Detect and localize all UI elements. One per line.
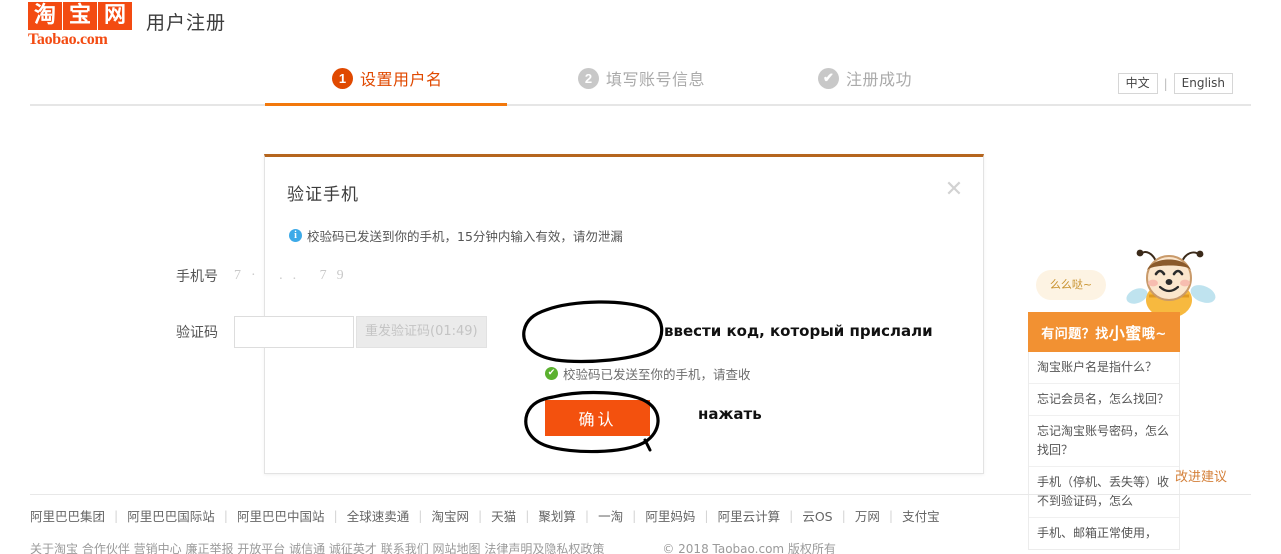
footer-link[interactable]: 阿里云计算 <box>718 506 781 525</box>
logo-char-2: 宝 <box>63 2 97 30</box>
step-2-badge: 2 <box>578 67 599 89</box>
footer-link[interactable]: 阿里巴巴国际站 <box>127 506 215 525</box>
taobao-logo[interactable]: 淘 宝 网 Taobao.com <box>28 2 140 50</box>
footer-link-separator: | <box>333 508 338 523</box>
footer-link[interactable]: 云OS <box>802 506 832 525</box>
page-title: 用户注册 <box>146 12 227 34</box>
info-icon: i <box>289 229 302 242</box>
step-3-badge-check-icon: ✔ <box>818 67 839 89</box>
footer-link-separator: | <box>418 508 423 523</box>
footer-link-separator: | <box>789 508 794 523</box>
footer-link[interactable]: 阿里巴巴中国站 <box>237 506 325 525</box>
step-item-account-info[interactable]: 2 填写账号信息 <box>578 66 705 90</box>
footer-link-separator: | <box>477 508 483 523</box>
dialog-info-message: i 校验码已发送到你的手机，15分钟内输入有效，请勿泄漏 <box>289 226 623 245</box>
footer-link-separator: | <box>223 508 228 523</box>
steps-baseline <box>30 104 1251 106</box>
language-chinese-button[interactable]: 中文 <box>1117 73 1158 94</box>
logo-char-3: 网 <box>98 2 132 30</box>
phone-number-value: 7· .. 79 <box>234 268 354 283</box>
language-separator: | <box>1163 76 1168 91</box>
verification-code-row: 验证码 重发验证码(01:49) <box>160 316 487 348</box>
footer-copyright-right: © 2018 Taobao.com 版权所有 <box>662 542 836 554</box>
info-message-text: 校验码已发送到你的手机，15分钟内输入有效，请勿泄漏 <box>307 229 623 244</box>
annotation-text-enter-code: ввести код, который прислали <box>664 322 933 340</box>
dialog-title: 验证手机 <box>287 185 359 205</box>
footer-links: 阿里巴巴集团 | 阿里巴巴国际站 | 阿里巴巴中国站 | 全球速卖通 | 淘宝网 | 天猫… <box>30 506 1030 525</box>
footer-link-separator: | <box>584 508 590 523</box>
annotation-text-press: нажать <box>698 405 762 423</box>
verification-code-label: 验证码 <box>176 325 218 341</box>
phone-number-label: 手机号 <box>176 269 218 285</box>
footer-link-separator: | <box>632 508 637 523</box>
check-circle-icon: ✔ <box>545 367 558 380</box>
feedback-link[interactable]: 改进建议 <box>1175 466 1227 485</box>
code-sent-text: 校验码已发送至你的手机，请查收 <box>563 367 751 382</box>
footer-link-separator: | <box>525 508 530 523</box>
footer-link[interactable]: 淘宝网 <box>431 506 469 525</box>
help-list-item[interactable]: 忘记会员名，怎么找回？ <box>1029 384 1179 416</box>
logo-char-1: 淘 <box>28 2 62 30</box>
footer-copyright-left: 关于淘宝 合作伙伴 营销中心 廉正举报 开放平台 诚信通 诚征英才 联系我们 网… <box>30 542 605 554</box>
step-1-badge: 1 <box>332 67 353 89</box>
help-banner-highlight: 小蜜 <box>1108 324 1142 343</box>
logo-chinese-characters: 淘 宝 网 <box>28 2 140 30</box>
footer-link[interactable]: 阿里巴巴集团 <box>30 506 105 525</box>
footer-link[interactable]: 全球速卖通 <box>347 506 410 525</box>
code-sent-confirmation: ✔ 校验码已发送至你的手机，请查收 <box>545 364 751 383</box>
help-banner[interactable]: 有问题？找 小蜜 哦~ <box>1028 312 1180 352</box>
language-toggle: 中文 | English <box>1117 73 1233 94</box>
help-banner-prefix: 有问题？找 <box>1041 326 1109 342</box>
footer-link-separator: | <box>841 508 846 523</box>
registration-steps: 1 设置用户名 2 填写账号信息 ✔ 注册成功 <box>0 60 1281 106</box>
phone-number-row: 手机号 7· .. 79 <box>160 266 354 286</box>
step-active-indicator <box>265 103 507 106</box>
footer-link-separator: | <box>888 508 894 523</box>
resend-code-button: 重发验证码(01:49) <box>356 316 487 348</box>
close-icon[interactable]: ✕ <box>943 178 965 201</box>
footer-link[interactable]: 一淘 <box>598 506 623 525</box>
help-list-item[interactable]: 忘记淘宝账号密码，怎么找回？ <box>1029 416 1179 467</box>
logo-english-text: Taobao.com <box>28 31 108 48</box>
footer-link[interactable]: 聚划算 <box>538 506 576 525</box>
footer-copyright: 关于淘宝 合作伙伴 营销中心 廉正举报 开放平台 诚信通 诚征英才 联系我们 网… <box>30 540 1251 554</box>
page-root: 淘 宝 网 Taobao.com 用户注册 1 设置用户名 2 填写账号信息 ✔… <box>0 0 1281 554</box>
step-3-label: 注册成功 <box>846 70 913 89</box>
footer-divider <box>30 494 1251 495</box>
confirm-button[interactable]: 确认 <box>545 400 650 436</box>
step-item-success[interactable]: ✔ 注册成功 <box>818 66 912 90</box>
help-banner-suffix: 哦~ <box>1141 326 1167 342</box>
step-2-label: 填写账号信息 <box>606 70 706 89</box>
footer-link[interactable]: 阿里妈妈 <box>645 506 695 525</box>
bee-speech-bubble: 么么哒~ <box>1036 270 1106 300</box>
verification-code-input[interactable] <box>234 316 354 348</box>
help-list-item[interactable]: 手机（停机、丢失等）收不到验证码，怎么 <box>1029 467 1179 518</box>
step-item-set-username[interactable]: 1 设置用户名 <box>332 66 443 90</box>
footer-link[interactable]: 支付宝 <box>902 506 940 525</box>
footer-link-separator: | <box>704 508 709 523</box>
footer-link[interactable]: 天猫 <box>491 506 516 525</box>
language-english-button[interactable]: English <box>1173 73 1233 94</box>
footer-link[interactable]: 万网 <box>855 506 880 525</box>
help-list-item[interactable]: 淘宝账户名是指什么？ <box>1029 352 1179 384</box>
footer-link-separator: | <box>114 508 119 523</box>
step-1-label: 设置用户名 <box>360 70 443 89</box>
site-header: 淘 宝 网 Taobao.com 用户注册 <box>0 0 1281 58</box>
help-question-list: 淘宝账户名是指什么？ 忘记会员名，怎么找回？ 忘记淘宝账号密码，怎么找回？ 手机… <box>1028 352 1180 550</box>
